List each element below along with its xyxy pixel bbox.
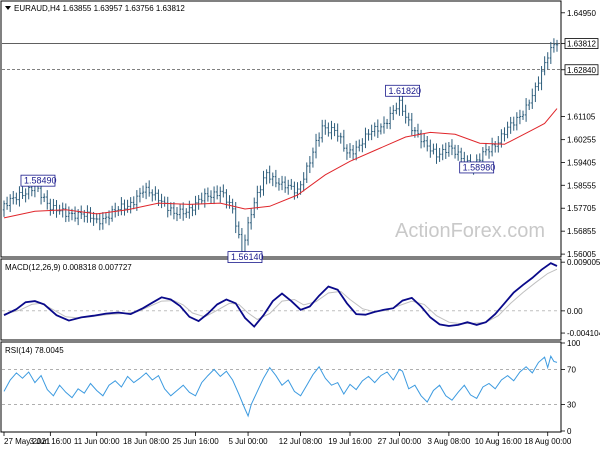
x-tick-label: 11 Jun 00:00	[74, 437, 120, 446]
x-tick-label: 18 Aug 00:00	[524, 437, 572, 446]
x-tick-label: 5 Jul 00:00	[228, 437, 268, 446]
x-tick-label: 25 Jun 16:00	[172, 437, 219, 446]
price-annotation-label: 1.56140	[231, 252, 264, 262]
macd-title: MACD(12,26,9) 0.008318 0.007727	[5, 263, 132, 272]
rsi-ytick-label: 30	[567, 401, 576, 410]
x-tick-label: 12 Jul 08:00	[279, 437, 323, 446]
rsi-title: RSI(14) 78.0045	[5, 346, 64, 355]
price-pane-frame	[0, 0, 562, 258]
price-title: EURAUD,H4 1.63855 1.63957 1.63756 1.6381…	[5, 4, 185, 13]
price-ytick-label: 1.63812	[567, 40, 596, 49]
rsi-line	[3, 354, 558, 418]
euraud-chart: ActionForex.com EURAUD,H4 1.63855 1.6395…	[0, 0, 600, 446]
x-tick-label: 19 Jul 16:00	[328, 437, 372, 446]
dropdown-triangle-icon	[5, 6, 11, 10]
svg-text:EURAUD,H4 1.63855 1.63957 1.6: EURAUD,H4 1.63855 1.63957 1.63756 1.6381…	[14, 4, 185, 13]
price-annotation-label: 1.58490	[24, 176, 57, 186]
x-axis-ticks: 27 May 20213 Jun 16:00 11 Jun 00:00 18 Jun…	[3, 432, 572, 446]
watermark: ActionForex.com	[395, 220, 545, 242]
macd-ytick-label: -0.004104	[567, 329, 600, 338]
macd-lines	[3, 262, 558, 328]
price-ytick-label: 1.61105	[567, 112, 596, 121]
rsi-ytick-label: 70	[567, 365, 576, 374]
x-tick-label: 27 Jul 00:00	[378, 437, 422, 446]
rsi-ytick-label: 100	[567, 339, 581, 348]
price-ytick-label: 1.62840	[567, 66, 596, 75]
price-ytick-label: 1.60255	[567, 136, 596, 145]
y-axis-ticks: 1.64950 1.63812 1.62840 1.61105 1.60255 1.594…	[561, 9, 600, 436]
x-tick-label: 3 Jun 16:00	[29, 437, 71, 446]
price-ytick-label: 1.64950	[567, 9, 596, 18]
price-ytick-label: 1.58555	[567, 181, 596, 190]
x-tick-label: 3 Aug 08:00	[428, 437, 471, 446]
price-ytick-label: 1.59405	[567, 159, 596, 168]
price-ytick-label: 1.57705	[567, 204, 596, 213]
macd-signal-line	[3, 268, 558, 325]
rsi-main-line	[3, 354, 558, 418]
macd-ytick-label: 0.009005	[567, 258, 600, 267]
rsi-pane-frame	[0, 341, 562, 433]
price-annotation-label: 1.58980	[463, 162, 496, 172]
macd-main-line	[3, 262, 558, 328]
price-annotation-label: 1.61820	[389, 86, 422, 96]
x-tick-label: 10 Aug 16:00	[475, 437, 523, 446]
macd-ytick-label: 0.00	[567, 307, 583, 316]
price-ytick-label: 1.56855	[567, 227, 596, 236]
rsi-ytick-label: 0	[567, 427, 572, 436]
x-tick-label: 18 Jun 08:00	[123, 437, 170, 446]
